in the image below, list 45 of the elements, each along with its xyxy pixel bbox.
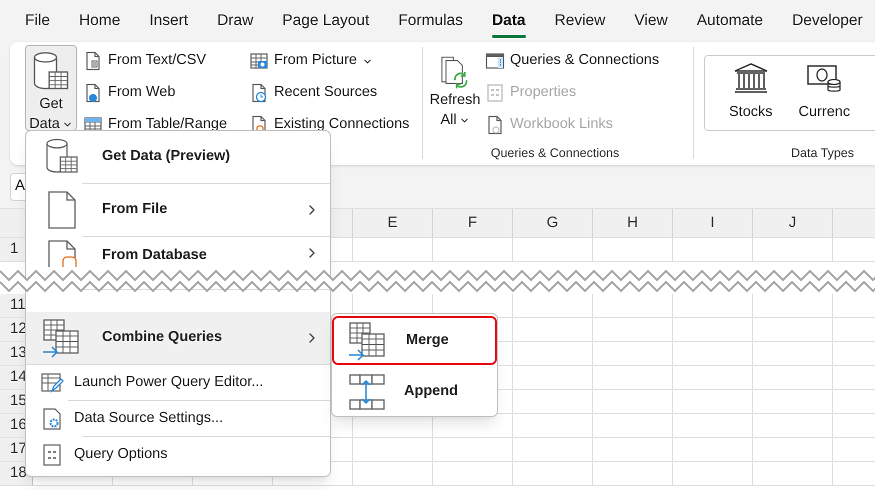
table-edit-icon bbox=[40, 370, 64, 394]
column-header[interactable]: I bbox=[673, 209, 753, 237]
ribbon-tab[interactable]: Insert bbox=[149, 11, 188, 38]
ribbon-tab[interactable]: File bbox=[25, 11, 50, 38]
button-label: All bbox=[440, 110, 470, 130]
ribbon-tab[interactable]: Draw bbox=[217, 11, 254, 38]
ribbon-tab[interactable]: View bbox=[634, 11, 668, 38]
ribbon-button[interactable]: From Text/CSV bbox=[83, 45, 243, 77]
button-label: Get bbox=[39, 95, 63, 114]
ribbon-tab[interactable]: Review bbox=[554, 11, 606, 38]
ribbon-tab[interactable]: Page Layout bbox=[282, 11, 370, 38]
ribbon-button[interactable]: Recent Sources bbox=[249, 77, 410, 109]
submenu-item[interactable]: Merge bbox=[332, 316, 497, 365]
ribbon-tab[interactable]: Formulas bbox=[398, 11, 463, 38]
ribbon-tab[interactable]: Home bbox=[78, 11, 120, 38]
data-types-gallery[interactable]: Stocks Currenc bbox=[704, 55, 875, 131]
column-header[interactable]: J bbox=[753, 209, 833, 237]
column-header[interactable]: F bbox=[433, 209, 513, 237]
menu-item[interactable]: Combine Queries bbox=[26, 312, 330, 364]
ribbon-tab[interactable]: Developer bbox=[792, 11, 863, 38]
menu-item[interactable]: From File bbox=[26, 184, 330, 236]
ribbon-button[interactable]: From Web bbox=[83, 77, 243, 109]
ribbon-tab[interactable]: Data bbox=[492, 11, 526, 38]
group-label: Data Types bbox=[791, 145, 856, 162]
menu-item[interactable]: Launch Power Query Editor... bbox=[26, 365, 330, 400]
data-type-label: Currenc bbox=[798, 103, 850, 122]
column-header[interactable]: E bbox=[353, 209, 433, 237]
picture-table-icon bbox=[249, 51, 269, 71]
menu-item[interactable]: Get Data (Preview) bbox=[26, 131, 330, 183]
ribbon-button[interactable]: Queries & Connections bbox=[485, 45, 660, 77]
data-type-label: Stocks bbox=[729, 103, 773, 122]
large-ribbon-button[interactable]: Refresh All bbox=[429, 49, 481, 135]
column-header[interactable]: H bbox=[593, 209, 673, 237]
large-ribbon-button[interactable]: Get Data bbox=[25, 45, 77, 131]
append-icon bbox=[348, 372, 386, 410]
properties-icon bbox=[485, 83, 505, 103]
ribbon-tab[interactable]: Automate bbox=[696, 11, 764, 38]
column-header[interactable]: G bbox=[513, 209, 593, 237]
submenu-item[interactable]: Append bbox=[332, 367, 497, 416]
button-label: Refresh bbox=[430, 91, 480, 110]
group-label: Queries & Connections bbox=[490, 145, 620, 162]
panel-icon bbox=[485, 51, 505, 71]
button-label: Data bbox=[29, 114, 73, 134]
bank-icon bbox=[732, 62, 769, 94]
ribbon-button[interactable]: From Picture bbox=[249, 45, 410, 77]
